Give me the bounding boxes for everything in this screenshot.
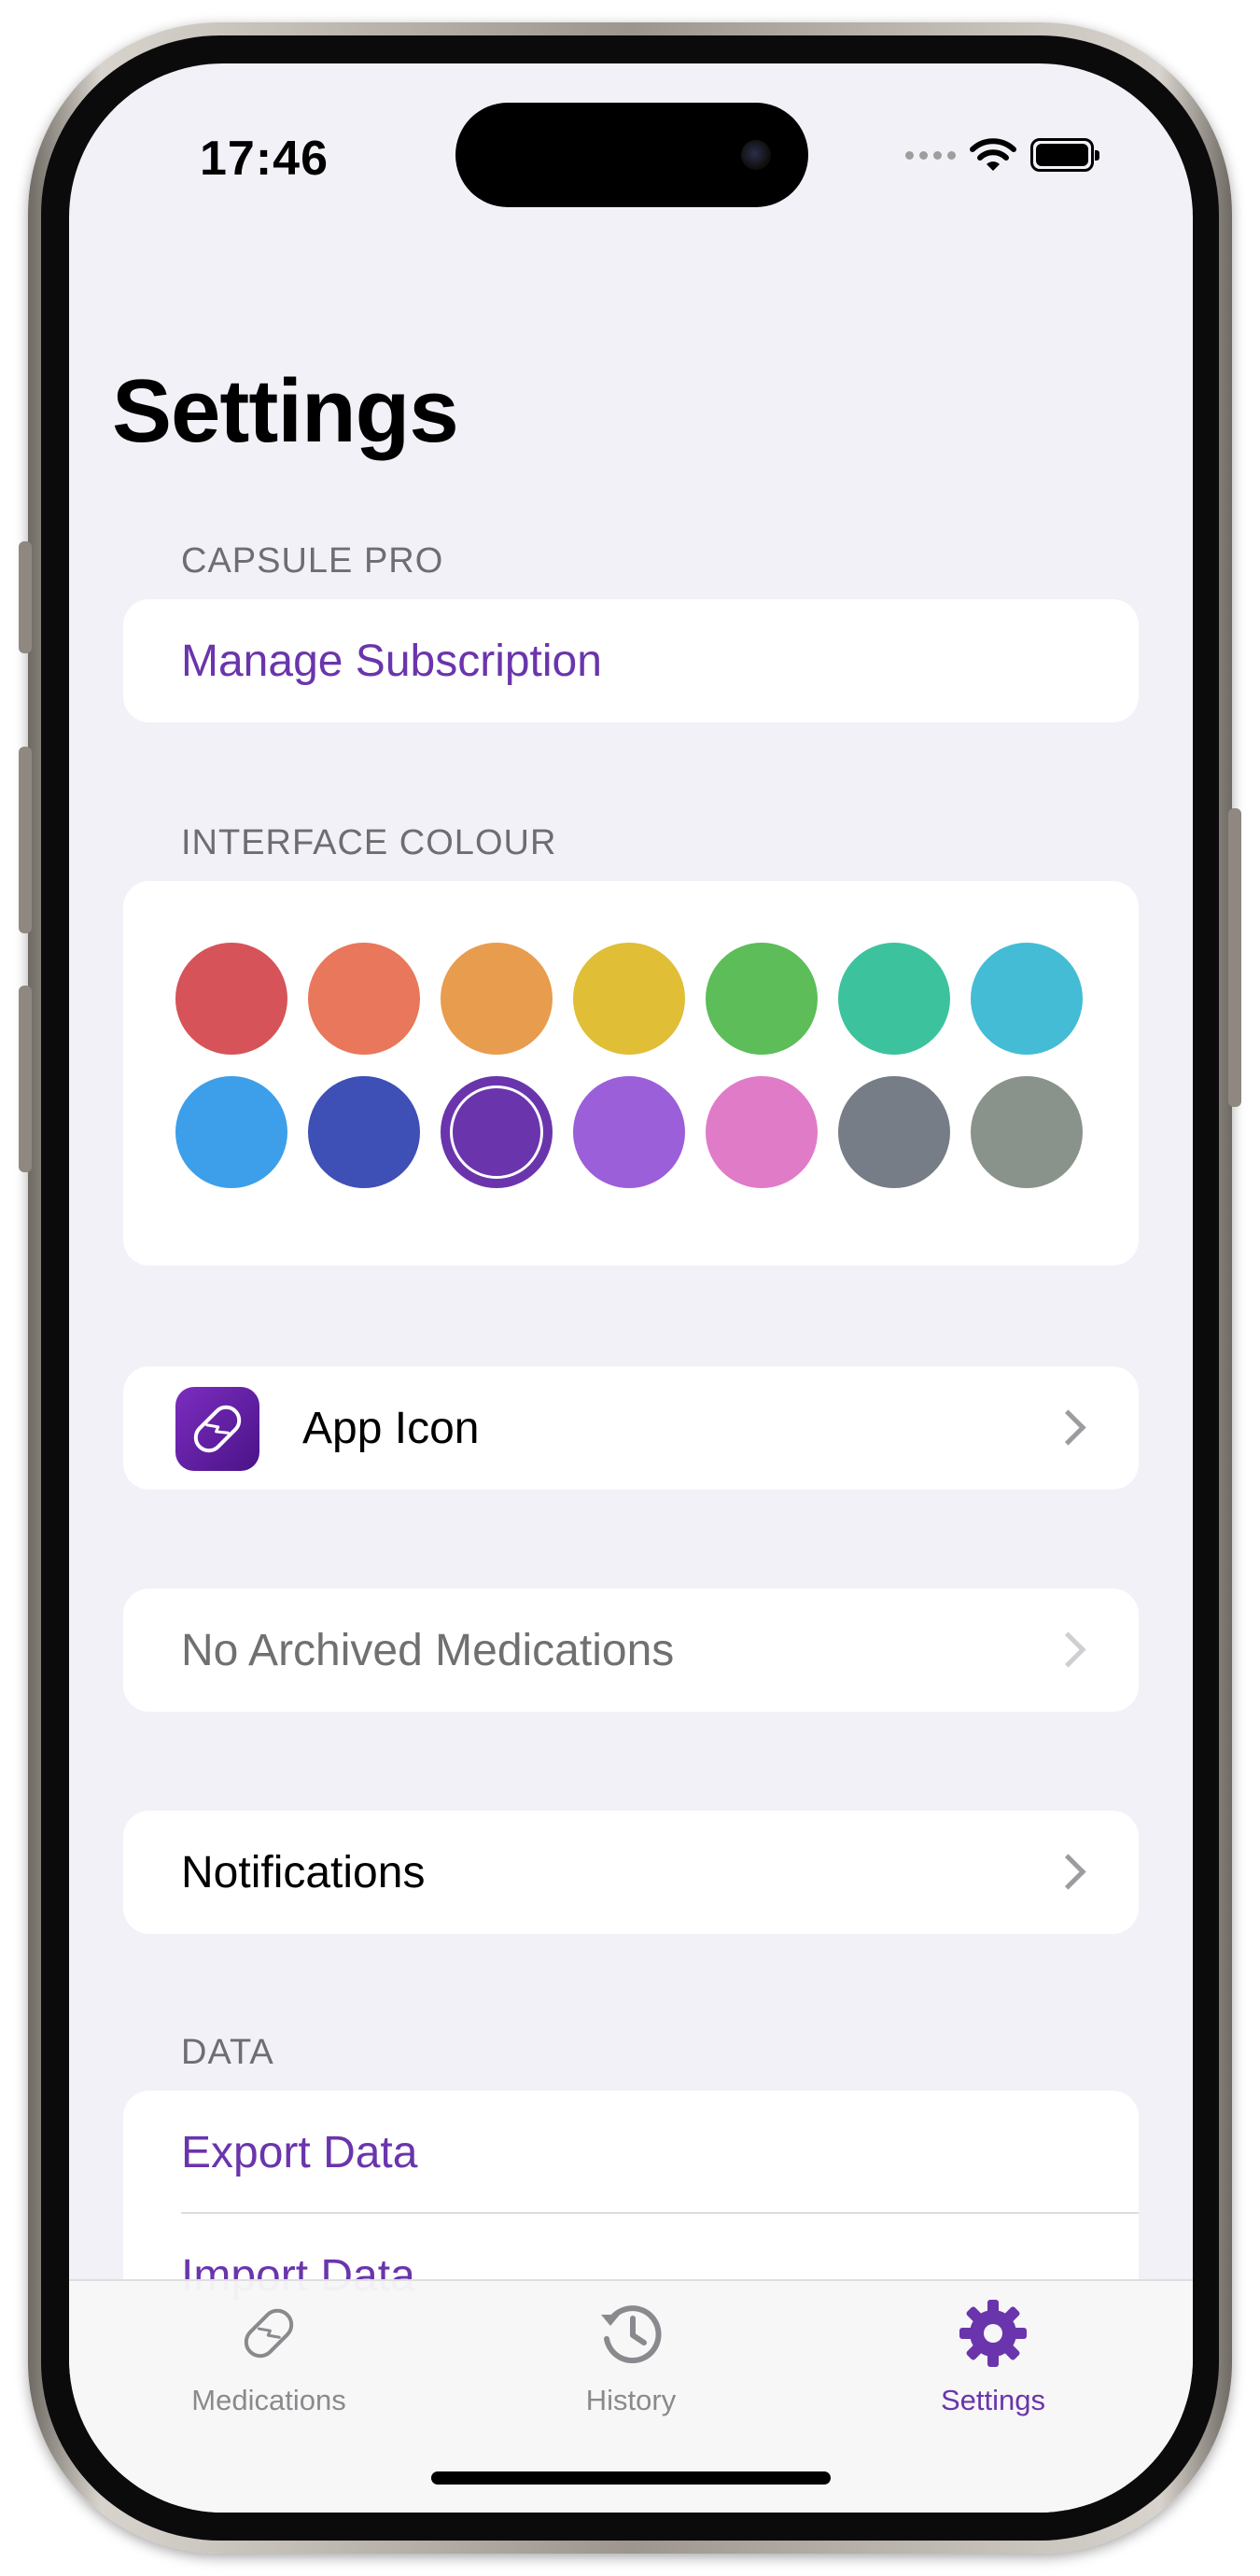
colour-swatch[interactable] — [971, 943, 1083, 1055]
interface-colour-card — [123, 881, 1139, 1266]
colour-swatch-selected[interactable] — [441, 1076, 553, 1188]
cellular-signal-icon — [905, 150, 956, 160]
export-data-label: Export Data — [181, 2127, 418, 2177]
app-icon-card: App Icon — [123, 1366, 1139, 1490]
export-data-button[interactable]: Export Data — [123, 2091, 1139, 2214]
camera-icon — [741, 140, 771, 170]
page-title: Settings — [112, 361, 459, 461]
status-icons — [905, 133, 1099, 177]
section-label-capsule-pro: CAPSULE PRO — [181, 541, 444, 581]
colour-swatch[interactable] — [573, 943, 685, 1055]
archived-medications-row[interactable]: No Archived Medications — [123, 1589, 1139, 1712]
colour-swatch[interactable] — [706, 1076, 818, 1188]
section-label-data: DATA — [181, 2033, 274, 2072]
tab-history[interactable]: History — [491, 2281, 771, 2421]
colour-swatch[interactable] — [838, 943, 950, 1055]
chevron-right-icon — [1050, 1854, 1086, 1890]
archived-medications-card: No Archived Medications — [123, 1589, 1139, 1712]
app-icon-row[interactable]: App Icon — [123, 1366, 1139, 1490]
gear-icon — [959, 2300, 1027, 2367]
tab-settings[interactable]: Settings — [853, 2281, 1133, 2421]
colour-swatch[interactable] — [573, 1076, 685, 1188]
app-icon-thumbnail — [175, 1387, 259, 1471]
volume-up-button — [19, 747, 32, 933]
volume-down-button — [19, 986, 32, 1172]
colour-swatch[interactable] — [308, 943, 420, 1055]
chevron-right-icon — [1050, 1631, 1086, 1668]
screen: 17:46 Settings CAPSULE PRO Manage Subscr… — [69, 63, 1193, 2513]
pill-icon — [193, 1405, 242, 1453]
colour-swatch[interactable] — [175, 1076, 287, 1188]
notifications-row[interactable]: Notifications — [123, 1811, 1139, 1934]
colour-swatch[interactable] — [706, 943, 818, 1055]
section-label-interface-colour: INTERFACE COLOUR — [181, 823, 557, 862]
notifications-card: Notifications — [123, 1811, 1139, 1934]
power-button — [1228, 808, 1241, 1107]
colour-swatch[interactable] — [838, 1076, 950, 1188]
status-time: 17:46 — [200, 132, 329, 186]
dynamic-island — [455, 103, 808, 207]
colour-swatch[interactable] — [971, 1076, 1083, 1188]
history-icon — [601, 2305, 662, 2364]
wifi-icon — [970, 138, 1016, 171]
home-indicator — [431, 2471, 831, 2485]
battery-icon — [1030, 138, 1099, 172]
action-button — [19, 541, 32, 653]
pill-icon — [244, 2308, 294, 2359]
colour-swatch[interactable] — [308, 1076, 420, 1188]
capsule-pro-card: Manage Subscription — [123, 599, 1139, 722]
tab-medications[interactable]: Medications — [129, 2281, 409, 2421]
tab-label-settings: Settings — [940, 2384, 1045, 2416]
tab-label-history: History — [585, 2384, 677, 2416]
manage-subscription-button[interactable]: Manage Subscription — [123, 599, 1139, 722]
manage-subscription-label: Manage Subscription — [181, 636, 602, 686]
notifications-label: Notifications — [181, 1847, 426, 1897]
colour-swatch[interactable] — [441, 943, 553, 1055]
chevron-right-icon — [1050, 1409, 1086, 1446]
app-icon-label: App Icon — [302, 1403, 480, 1453]
archived-medications-label: No Archived Medications — [181, 1625, 675, 1675]
tab-label-medications: Medications — [191, 2384, 346, 2416]
colour-swatch[interactable] — [175, 943, 287, 1055]
